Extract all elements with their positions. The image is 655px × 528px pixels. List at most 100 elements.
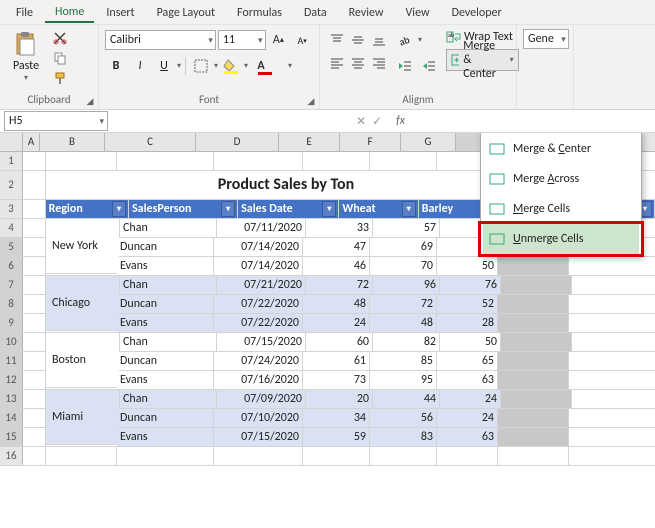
cell[interactable] [303, 447, 370, 465]
total-cell[interactable] [498, 409, 569, 427]
row-header[interactable]: 8 [0, 295, 23, 313]
table-title[interactable]: Product Sales by Ton [46, 171, 527, 199]
borders-button[interactable] [190, 55, 212, 77]
decrease-font-button[interactable]: A▾ [291, 29, 313, 51]
salesperson-cell[interactable]: Duncan [117, 409, 214, 427]
corn-cell[interactable]: 50 [437, 257, 498, 275]
menu-item-merge-cells[interactable]: Merge Cells [483, 194, 639, 224]
wheat-cell[interactable]: 20 [306, 390, 373, 408]
menu-item-merge-center[interactable]: Merge & Center [483, 134, 639, 164]
enter-formula-icon[interactable]: ✓ [372, 114, 382, 129]
barley-cell[interactable]: 96 [373, 276, 440, 294]
tab-formulas[interactable]: Formulas [227, 3, 292, 22]
column-header-D[interactable]: D [196, 133, 279, 151]
date-cell[interactable]: 07/16/2020 [214, 371, 303, 389]
wheat-cell[interactable]: 60 [306, 333, 373, 351]
cell[interactable] [23, 314, 46, 332]
merge-center-button[interactable]: Merge & Center ▾ [446, 49, 519, 71]
tab-insert[interactable]: Insert [96, 3, 144, 22]
barley-cell[interactable]: 83 [370, 428, 437, 446]
column-header-G[interactable]: G [401, 133, 456, 151]
region-cell[interactable]: Miami [46, 390, 120, 445]
align-top-button[interactable] [326, 29, 348, 51]
row-header[interactable]: 16 [0, 447, 23, 465]
copy-button[interactable] [50, 49, 70, 67]
column-header-E[interactable]: E [279, 133, 340, 151]
date-cell[interactable]: 07/09/2020 [217, 390, 306, 408]
row-header[interactable]: 13 [0, 390, 23, 408]
row-header[interactable]: 9 [0, 314, 23, 332]
wheat-cell[interactable]: 24 [303, 314, 370, 332]
column-header-F[interactable]: F [340, 133, 401, 151]
name-box[interactable]: H5 [4, 111, 108, 131]
corn-cell[interactable]: 63 [437, 371, 498, 389]
row-header[interactable]: 7 [0, 276, 23, 294]
align-bottom-button[interactable] [368, 29, 390, 51]
date-cell[interactable]: 07/22/2020 [214, 295, 303, 313]
menu-item-unmerge-cells[interactable]: Unmerge Cells [483, 224, 639, 254]
cell[interactable] [214, 447, 303, 465]
cell[interactable] [117, 447, 214, 465]
row-header[interactable]: 5 [0, 238, 23, 256]
cell[interactable] [23, 333, 46, 351]
cell[interactable] [23, 295, 46, 313]
wheat-cell[interactable]: 59 [303, 428, 370, 446]
clipboard-dialog-launcher[interactable]: ◢ [84, 95, 96, 107]
row-header[interactable]: 4 [0, 219, 23, 237]
salesperson-cell[interactable]: Duncan [117, 238, 214, 256]
total-cell[interactable] [498, 352, 569, 370]
cell[interactable] [23, 447, 46, 465]
cell[interactable] [498, 447, 569, 465]
cell[interactable] [303, 152, 370, 170]
cell[interactable] [437, 447, 498, 465]
column-filter-sales-date[interactable]: Sales Date [238, 200, 339, 218]
cell[interactable] [117, 152, 214, 170]
cell[interactable] [23, 390, 46, 408]
align-left-button[interactable] [326, 52, 348, 74]
tab-view[interactable]: View [396, 3, 440, 22]
italic-button[interactable]: I [129, 55, 151, 77]
corn-cell[interactable]: 24 [440, 390, 501, 408]
date-cell[interactable]: 07/14/2020 [214, 238, 303, 256]
date-cell[interactable]: 07/22/2020 [214, 314, 303, 332]
date-cell[interactable]: 07/15/2020 [217, 333, 306, 351]
total-cell[interactable] [498, 428, 569, 446]
corn-cell[interactable]: 50 [440, 333, 501, 351]
column-header-A[interactable]: A [23, 133, 40, 151]
region-cell[interactable]: Chicago [46, 276, 120, 331]
cell[interactable] [46, 152, 117, 170]
salesperson-cell[interactable]: Evans [117, 371, 214, 389]
salesperson-cell[interactable]: Duncan [117, 352, 214, 370]
decrease-indent-button[interactable] [394, 55, 416, 77]
cell[interactable] [23, 371, 46, 389]
salesperson-cell[interactable]: Chan [120, 276, 217, 294]
row-header[interactable]: 11 [0, 352, 23, 370]
cell[interactable] [23, 152, 46, 170]
cell[interactable] [23, 219, 46, 237]
barley-cell[interactable]: 56 [370, 409, 437, 427]
salesperson-cell[interactable]: Chan [120, 390, 217, 408]
cell[interactable] [23, 428, 46, 446]
column-header-B[interactable]: B [40, 133, 105, 151]
column-filter-salesperson[interactable]: SalesPerson [129, 200, 238, 218]
barley-cell[interactable]: 57 [373, 219, 440, 237]
cell[interactable] [46, 447, 117, 465]
format-painter-button[interactable] [50, 69, 70, 87]
increase-font-button[interactable]: A▴ [268, 29, 290, 51]
wheat-cell[interactable]: 73 [303, 371, 370, 389]
date-cell[interactable]: 07/24/2020 [214, 352, 303, 370]
fill-color-button[interactable] [220, 55, 242, 77]
wheat-cell[interactable]: 72 [306, 276, 373, 294]
row-header[interactable]: 2 [0, 171, 23, 199]
total-cell[interactable] [501, 390, 572, 408]
region-cell[interactable]: New York [46, 219, 120, 274]
row-header[interactable]: 3 [0, 200, 23, 218]
font-size-dropdown[interactable]: 11 [218, 30, 266, 50]
cell[interactable] [214, 152, 303, 170]
corn-cell[interactable]: 24 [437, 409, 498, 427]
cell[interactable] [23, 276, 46, 294]
wheat-cell[interactable]: 46 [303, 257, 370, 275]
date-cell[interactable]: 07/15/2020 [214, 428, 303, 446]
barley-cell[interactable]: 70 [370, 257, 437, 275]
corn-cell[interactable]: 76 [440, 276, 501, 294]
